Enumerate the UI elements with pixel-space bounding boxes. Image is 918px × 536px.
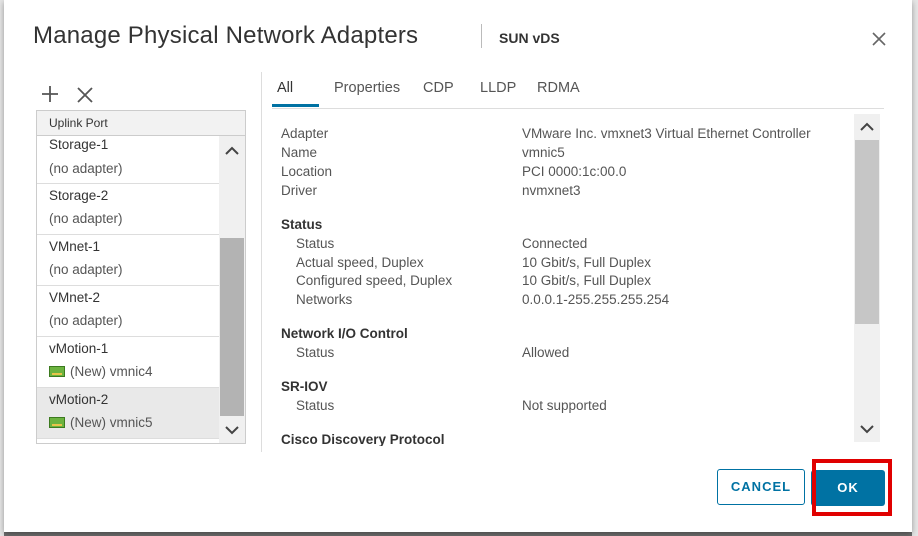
detail-value: 10 Gbit/s, Full Duplex	[522, 255, 652, 270]
uplink-port-list: Uplink Port Storage-1 (no adapter) Stora…	[36, 110, 246, 444]
chevron-up-icon	[225, 146, 239, 155]
scroll-up-button[interactable]	[854, 118, 880, 136]
section-heading: Status	[281, 217, 323, 232]
uplink-adapter: (New) vmnic5	[49, 415, 153, 430]
uplink-port-header: Uplink Port	[37, 111, 245, 136]
network-adapter-icon	[49, 417, 65, 428]
tab-properties[interactable]: Properties	[334, 80, 400, 96]
title-divider	[481, 24, 482, 48]
adapter-details: Adapter VMware Inc. vmxnet3 Virtual Ethe…	[281, 114, 855, 446]
detail-value: VMware Inc. vmxnet3 Virtual Ethernet Con…	[522, 126, 811, 141]
detail-label: Status	[296, 236, 335, 251]
detail-value: nvmxnet3	[522, 183, 581, 198]
detail-value: Allowed	[522, 345, 570, 360]
close-dialog-button[interactable]	[868, 28, 890, 50]
remove-adapter-button[interactable]	[76, 86, 94, 104]
uplink-name: vMotion-1	[49, 341, 109, 356]
detail-value: 0.0.0.1-255.255.255.254	[522, 292, 670, 307]
detail-label: Status	[296, 345, 335, 360]
uplink-adapter: (no adapter)	[49, 262, 123, 277]
detail-value: PCI 0000:1c:00.0	[522, 164, 627, 179]
close-icon	[872, 32, 886, 46]
cancel-button[interactable]: CANCEL	[717, 469, 805, 505]
network-adapter-icon	[49, 366, 65, 377]
detail-value: Connected	[522, 236, 588, 251]
detail-tabs: All Properties CDP LLDP RDMA	[272, 72, 884, 109]
ok-button[interactable]: OK	[811, 470, 885, 506]
uplink-scrollbar[interactable]	[219, 136, 245, 443]
uplink-row[interactable]: Storage-2 (no adapter)	[37, 184, 219, 235]
panel-divider	[261, 72, 262, 452]
tab-all[interactable]: All	[277, 80, 293, 96]
tab-lldp[interactable]: LLDP	[480, 80, 516, 96]
uplink-row[interactable]: Storage-1 (no adapter)	[37, 136, 219, 184]
uplink-row[interactable]: VMnet-1 (no adapter)	[37, 235, 219, 286]
uplink-name: vMotion-2	[49, 392, 109, 407]
uplink-name: VMnet-2	[49, 290, 101, 305]
uplink-row-selected[interactable]: vMotion-2 (New) vmnic5	[37, 388, 219, 439]
close-icon	[77, 87, 93, 103]
uplink-row[interactable]: VMnet-2 (no adapter)	[37, 286, 219, 337]
chevron-up-icon	[860, 122, 874, 131]
detail-label: Status	[296, 398, 335, 413]
background-right	[912, 0, 918, 536]
active-tab-indicator	[272, 104, 319, 107]
uplink-name: Storage-1	[49, 137, 109, 152]
detail-label: Name	[281, 145, 318, 160]
chevron-down-icon	[860, 425, 874, 434]
detail-value: vmnic5	[522, 145, 565, 160]
tab-rdma[interactable]: RDMA	[537, 80, 580, 96]
uplink-adapter: (no adapter)	[49, 313, 123, 328]
dialog-subtitle: SUN vDS	[499, 30, 560, 46]
detail-label: Configured speed, Duplex	[296, 273, 453, 288]
manage-adapters-dialog: Manage Physical Network Adapters SUN vDS…	[4, 0, 912, 532]
scroll-down-button[interactable]	[219, 421, 245, 439]
detail-label: Networks	[296, 292, 353, 307]
detail-label: Location	[281, 164, 333, 179]
details-scrollbar-thumb[interactable]	[855, 140, 879, 324]
section-heading: Network I/O Control	[281, 326, 408, 341]
section-heading: Cisco Discovery Protocol	[281, 432, 445, 446]
uplink-adapter: (New) vmnic4	[49, 364, 153, 379]
dialog-title: Manage Physical Network Adapters	[33, 22, 419, 49]
scroll-up-button[interactable]	[219, 142, 245, 160]
detail-label: Adapter	[281, 126, 329, 141]
uplink-name: VMnet-1	[49, 239, 101, 254]
detail-value: 10 Gbit/s, Full Duplex	[522, 273, 652, 288]
tab-cdp[interactable]: CDP	[423, 80, 454, 96]
uplink-list-body: Storage-1 (no adapter) Storage-2 (no ada…	[37, 136, 219, 443]
detail-value: Not supported	[522, 398, 607, 413]
uplink-name: Storage-2	[49, 188, 109, 203]
detail-label: Driver	[281, 183, 317, 198]
section-heading: SR-IOV	[281, 379, 328, 394]
chevron-down-icon	[225, 426, 239, 435]
uplink-adapter: (no adapter)	[49, 161, 123, 176]
uplink-row[interactable]: vMotion-1 (New) vmnic4	[37, 337, 219, 388]
details-scrollbar[interactable]	[854, 114, 880, 442]
uplink-adapter: (no adapter)	[49, 211, 123, 226]
uplink-adapter-label: (New) vmnic5	[70, 415, 153, 430]
add-adapter-button[interactable]	[40, 84, 60, 104]
uplink-adapter-label: (New) vmnic4	[70, 364, 153, 379]
plus-icon	[42, 86, 58, 102]
scroll-down-button[interactable]	[854, 420, 880, 438]
detail-label: Actual speed, Duplex	[296, 255, 424, 270]
uplink-scrollbar-thumb[interactable]	[220, 238, 244, 416]
